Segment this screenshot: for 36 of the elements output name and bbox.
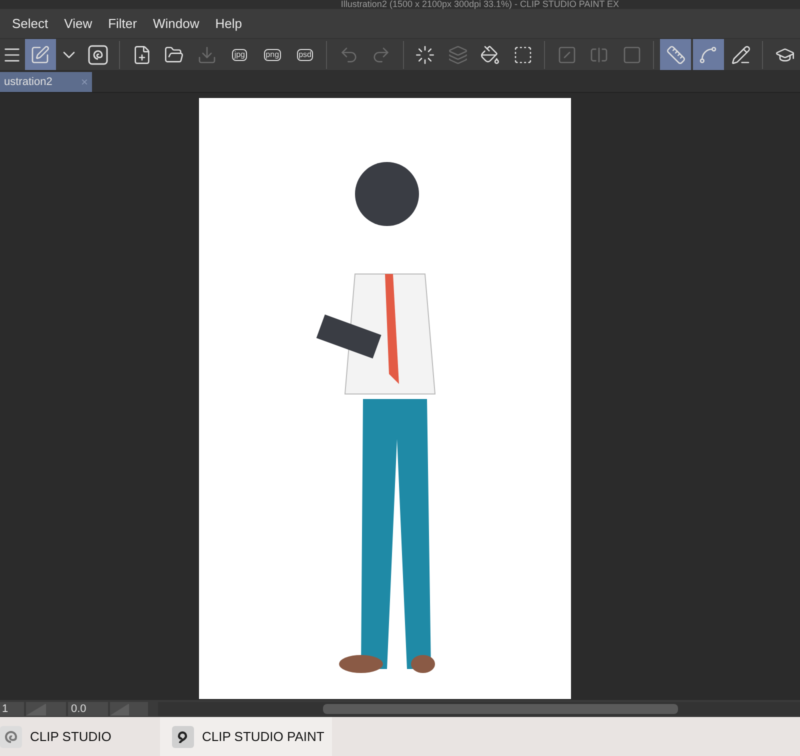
window-title: Illustration2 (1500 x 2100px 300dpi 33.1%) - CLIP STUDIO PAINT EX — [340, 0, 620, 9]
dotted-circle-icon — [414, 44, 435, 64]
pen-square-icon — [30, 44, 50, 64]
document-tab[interactable]: ustration2 × — [0, 72, 92, 92]
taskbar-app-button[interactable]: CLIP STUDIO PAINT — [160, 717, 332, 756]
tab-title: ustration2 — [4, 74, 52, 90]
paint-bucket-icon — [480, 44, 500, 64]
ruler-button[interactable] — [660, 38, 691, 70]
zoom-slider-fill[interactable] — [26, 704, 46, 716]
swirl-icon — [88, 44, 108, 64]
rotation-slider-fill[interactable] — [110, 704, 129, 716]
menu-item[interactable]: Filter — [108, 14, 137, 34]
taskbar-app-button[interactable]: CLIP STUDIO — [0, 717, 150, 756]
curve-ruler-icon — [698, 44, 718, 64]
layers-icon — [448, 44, 468, 64]
pen-swirl-app-icon — [172, 726, 194, 748]
horizontal-scrollbar[interactable] — [323, 704, 678, 714]
ruler-icon — [666, 44, 686, 64]
menu-item[interactable]: Select — [12, 14, 48, 34]
zoom-field[interactable]: 1 — [0, 702, 24, 716]
transform-box-icon — [512, 44, 533, 64]
pen-square-button[interactable] — [25, 38, 56, 70]
folder-icon — [164, 44, 184, 64]
frame-icon — [622, 44, 642, 64]
menu-item[interactable]: Help — [215, 14, 242, 34]
half-square-icon — [589, 44, 610, 64]
swirl-app-icon — [0, 726, 22, 748]
menu-item[interactable]: View — [64, 14, 92, 34]
undo-icon — [338, 44, 359, 64]
menu-item[interactable]: Window — [152, 14, 200, 34]
new-file-icon — [132, 44, 152, 64]
rotation-field[interactable]: 0.0 — [68, 702, 108, 716]
diagonal-square-icon — [556, 44, 577, 64]
curve-ruler-button[interactable] — [692, 38, 724, 70]
import-icon — [197, 44, 217, 64]
pencil-line-icon — [730, 44, 751, 64]
